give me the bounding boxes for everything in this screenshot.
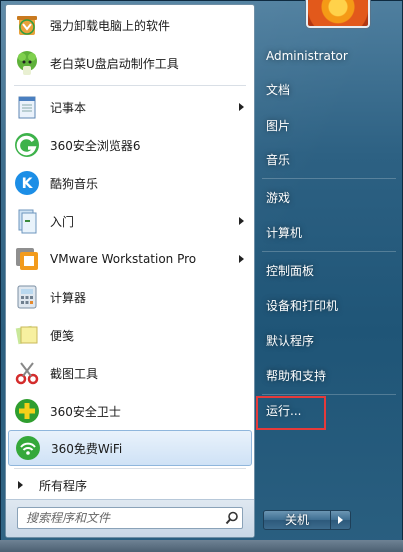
shutdown-control: 关机	[263, 510, 353, 530]
calculator-icon	[12, 282, 42, 312]
program-360-wifi[interactable]: 360免费WiFi	[8, 430, 252, 466]
shutdown-options-button[interactable]	[331, 510, 351, 530]
program-label: VMware Workstation Pro	[50, 252, 197, 266]
chevron-right-icon	[338, 516, 343, 524]
programs-panel: 强力卸载电脑上的软件 老白菜U盘启动制作工具 记事本 360安全浏览器6 K 酷…	[5, 4, 255, 538]
separator	[262, 178, 396, 179]
program-snipping-tool[interactable]: 截图工具	[8, 355, 252, 391]
notepad-icon	[12, 92, 42, 122]
submenu-arrow-icon[interactable]	[239, 103, 244, 111]
run-highlight-box	[256, 396, 326, 430]
place-documents[interactable]: 文档	[266, 78, 290, 102]
program-vmware[interactable]: VMware Workstation Pro	[8, 241, 252, 277]
search-icon[interactable]	[222, 508, 242, 528]
program-label: 360安全浏览器6	[50, 138, 141, 153]
search-input[interactable]	[18, 508, 222, 528]
program-uninstaller[interactable]: 强力卸载电脑上的软件	[8, 7, 252, 43]
place-control-panel[interactable]: 控制面板	[266, 259, 314, 283]
separator	[14, 468, 246, 469]
getting-started-icon	[12, 206, 42, 236]
program-label: 老白菜U盘启动制作工具	[50, 56, 179, 71]
submenu-arrow-icon[interactable]	[239, 217, 244, 225]
shutdown-button[interactable]: 关机	[263, 510, 331, 530]
program-label: 入门	[50, 214, 75, 229]
program-calculator[interactable]: 计算器	[8, 279, 252, 315]
security-360-icon	[12, 396, 42, 426]
program-label: 酷狗音乐	[50, 176, 99, 191]
program-label: 强力卸载电脑上的软件	[50, 18, 171, 33]
places-panel: Administrator 文档 图片 音乐 游戏 计算机 控制面板 设备和打印…	[256, 0, 403, 552]
place-default-programs[interactable]: 默认程序	[266, 329, 314, 353]
browser-360-icon	[12, 130, 42, 160]
search-area	[6, 499, 254, 537]
user-avatar[interactable]	[306, 0, 370, 28]
separator	[14, 85, 246, 86]
cabbage-icon	[12, 48, 42, 78]
program-label: 截图工具	[50, 366, 99, 381]
program-sticky-notes[interactable]: 便笺	[8, 317, 252, 353]
place-help-support[interactable]: 帮助和支持	[266, 364, 326, 388]
program-notepad[interactable]: 记事本	[8, 89, 252, 125]
svg-text:K: K	[22, 176, 34, 192]
submenu-arrow-icon[interactable]	[239, 255, 244, 263]
program-kugou[interactable]: K 酷狗音乐	[8, 165, 252, 201]
all-programs-label: 所有程序	[39, 478, 88, 493]
snipping-tool-icon	[12, 358, 42, 388]
program-label: 便笺	[50, 328, 75, 343]
program-360-safeguard[interactable]: 360安全卫士	[8, 393, 252, 429]
wifi-360-icon	[13, 433, 43, 463]
program-laobaicai[interactable]: 老白菜U盘启动制作工具	[8, 45, 252, 81]
uninstall-bin-icon	[12, 10, 42, 40]
place-music[interactable]: 音乐	[266, 148, 290, 172]
program-label: 记事本	[50, 100, 87, 115]
place-games[interactable]: 游戏	[266, 186, 290, 210]
place-user[interactable]: Administrator	[266, 44, 348, 68]
vmware-icon	[12, 244, 42, 274]
sticky-notes-icon	[12, 320, 42, 350]
separator	[262, 394, 396, 395]
separator	[262, 251, 396, 252]
place-computer[interactable]: 计算机	[266, 221, 302, 245]
all-programs-button[interactable]: 所有程序	[8, 470, 252, 500]
place-pictures[interactable]: 图片	[266, 114, 290, 138]
program-360-browser[interactable]: 360安全浏览器6	[8, 127, 252, 163]
expand-arrow-icon	[18, 481, 23, 489]
program-getting-started[interactable]: 入门	[8, 203, 252, 239]
program-label: 360免费WiFi	[51, 441, 123, 456]
program-label: 360安全卫士	[50, 404, 121, 419]
search-box[interactable]	[17, 507, 243, 529]
kugou-icon: K	[12, 168, 42, 198]
place-devices-printers[interactable]: 设备和打印机	[266, 294, 338, 318]
program-label: 计算器	[50, 290, 87, 305]
